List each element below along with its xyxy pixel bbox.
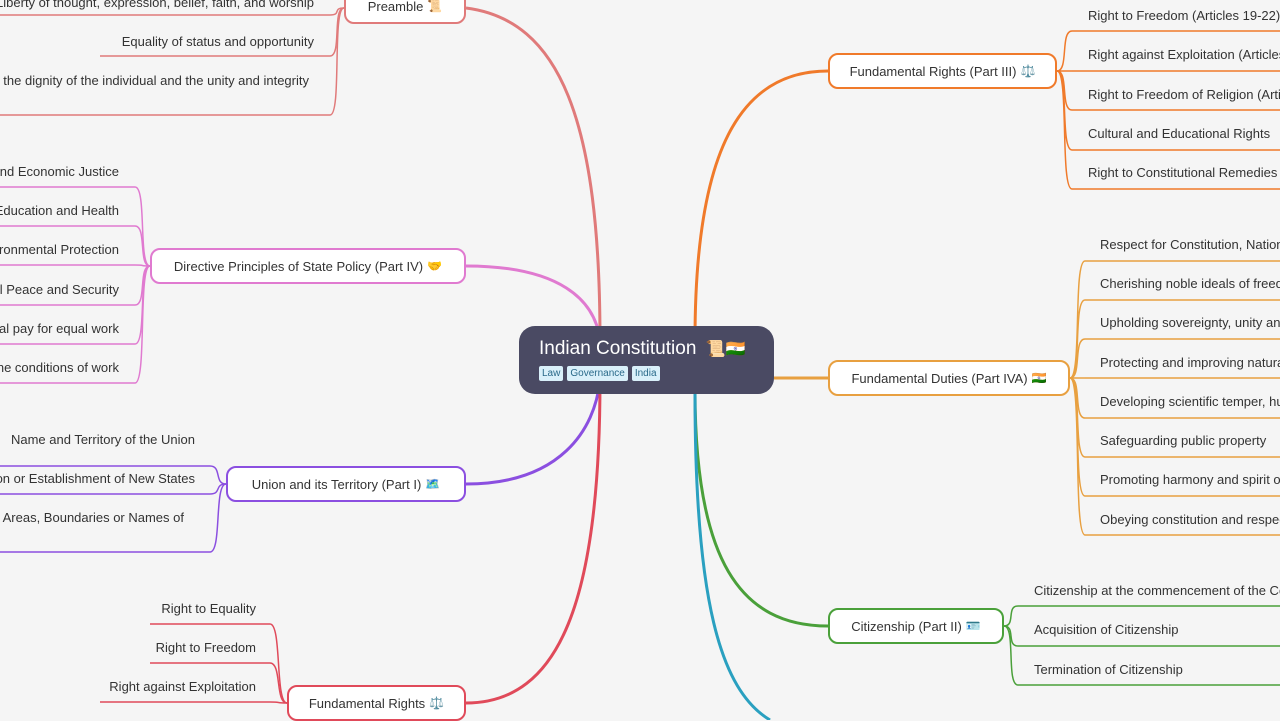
link-root-offscreen [693, 393, 771, 720]
leaf-duty-property[interactable]: Safeguarding public property [1100, 432, 1266, 450]
leaf-dpsp-peace[interactable]: International Peace and Security [0, 281, 119, 299]
scroll-flag-icon: 📜🇮🇳 [705, 339, 746, 358]
leaf-duty-environment[interactable]: Protecting and improving natural environ… [1100, 354, 1280, 372]
leaf-dpsp-education[interactable]: Education and Health [0, 202, 119, 220]
node-label: Union and its Territory (Part I) [251, 476, 422, 492]
leaf-frr-remedies[interactable]: Right to Constitutional Remedies [1088, 164, 1277, 182]
map-icon: 🗺️ [425, 477, 441, 491]
node-fundamental-duties[interactable]: Fundamental Duties (Part IVA) 🇮🇳 [828, 360, 1070, 396]
leaf-preamble-fraternity[interactable]: Fraternity assuring the dignity of the i… [0, 72, 309, 90]
leaf-preamble-liberty[interactable]: Liberty of thought, expression, belief, … [0, 0, 314, 12]
leaf-dpsp-justice[interactable]: Social and Economic Justice [0, 163, 119, 181]
node-fundamental-rights-part3[interactable]: Fundamental Rights (Part III) ⚖️ [828, 53, 1057, 89]
leaf-fr-exploitation[interactable]: Right against Exploitation [109, 678, 256, 696]
mindmap-canvas[interactable]: Indian Constitution 📜🇮🇳 Law Governance I… [0, 0, 1280, 721]
root-node[interactable]: Indian Constitution 📜🇮🇳 Law Governance I… [519, 326, 774, 394]
leaf-cit-acquisition[interactable]: Acquisition of Citizenship [1034, 621, 1179, 639]
leaf-frr-religion[interactable]: Right to Freedom of Religion (Articles 2… [1088, 86, 1280, 104]
node-label: Fundamental Duties (Part IVA) [851, 370, 1028, 386]
node-fundamental-rights-left[interactable]: Fundamental Rights ⚖️ [287, 685, 466, 721]
leaf-frr-freedom[interactable]: Right to Freedom (Articles 19-22) [1088, 7, 1280, 25]
root-title-row: Indian Constitution 📜🇮🇳 [539, 336, 754, 362]
tag-india[interactable]: India [631, 366, 660, 381]
node-label: Directive Principles of State Policy (Pa… [173, 258, 424, 274]
link-root-preamble [465, 6, 602, 341]
leaf-duty-respect[interactable]: Respect for Constitution, National Flag [1100, 236, 1280, 254]
scales-icon: ⚖️ [1020, 64, 1036, 78]
leaf-fr-freedom[interactable]: Right to Freedom [156, 639, 256, 657]
link-root-citizenship [693, 389, 829, 628]
leaf-union-admission[interactable]: Admission or Establishment of New States [0, 470, 195, 488]
node-label: Preamble [367, 0, 424, 14]
leaf-duty-obeying[interactable]: Obeying constitution and respecting idea… [1100, 511, 1280, 529]
node-label: Fundamental Rights (Part III) [849, 63, 1017, 79]
leaf-cit-termination[interactable]: Termination of Citizenship [1034, 661, 1183, 679]
leaf-union-name[interactable]: Name and Territory of the Union [11, 431, 195, 449]
root-tags: Law Governance India [539, 366, 754, 381]
leaf-duty-sovereignty[interactable]: Upholding sovereignty, unity and integri… [1100, 314, 1280, 332]
link-root-fr-right [693, 69, 829, 341]
root-title: Indian Constitution [539, 338, 697, 359]
leaf-union-alteration[interactable]: Alteration of Areas, Boundaries or Names… [0, 509, 184, 527]
id-card-icon: 🪪 [965, 619, 981, 633]
tag-law[interactable]: Law [539, 366, 564, 381]
leaf-duty-scientific[interactable]: Developing scientific temper, humanism [1100, 393, 1280, 411]
leaf-cit-commencement[interactable]: Citizenship at the commencement of the C… [1034, 582, 1280, 600]
node-label: Fundamental Rights [308, 695, 426, 711]
leaf-dpsp-environment[interactable]: Environmental Protection [0, 241, 119, 259]
union-link-0 [209, 465, 227, 485]
link-root-fr-left [465, 379, 602, 705]
leaf-fr-equality[interactable]: Right to Equality [161, 600, 256, 618]
leaf-dpsp-humane-work[interactable]: Humane conditions of work [0, 359, 119, 377]
tag-governance[interactable]: Governance [567, 366, 628, 381]
scroll-icon: 📜 [427, 0, 443, 13]
leaf-dpsp-equal-pay[interactable]: Equal pay for equal work [0, 320, 119, 338]
leaf-frr-exploitation[interactable]: Right against Exploitation (Articles 23-… [1088, 46, 1280, 64]
leaf-duty-harmony[interactable]: Promoting harmony and spirit of brotherh… [1100, 471, 1280, 489]
node-directive-principles[interactable]: Directive Principles of State Policy (Pa… [150, 248, 466, 284]
node-preamble[interactable]: Preamble 📜 [344, 0, 466, 24]
node-label: Citizenship (Part II) [851, 618, 962, 634]
leaf-preamble-equality[interactable]: Equality of status and opportunity [122, 33, 314, 51]
cit-link-0 [1003, 605, 1019, 627]
link-root-union [465, 379, 602, 486]
node-citizenship[interactable]: Citizenship (Part II) 🪪 [828, 608, 1004, 644]
frr-link-0 [1056, 30, 1073, 72]
leaf-duty-ideals[interactable]: Cherishing noble ideals of freedom strug… [1100, 275, 1280, 293]
leaf-frr-cultural[interactable]: Cultural and Educational Rights [1088, 125, 1270, 143]
india-flag-icon: 🇮🇳 [1031, 371, 1047, 385]
handshake-icon: 🤝 [427, 259, 443, 273]
scales-icon: ⚖️ [429, 696, 445, 710]
node-union-territory[interactable]: Union and its Territory (Part I) 🗺️ [226, 466, 466, 502]
